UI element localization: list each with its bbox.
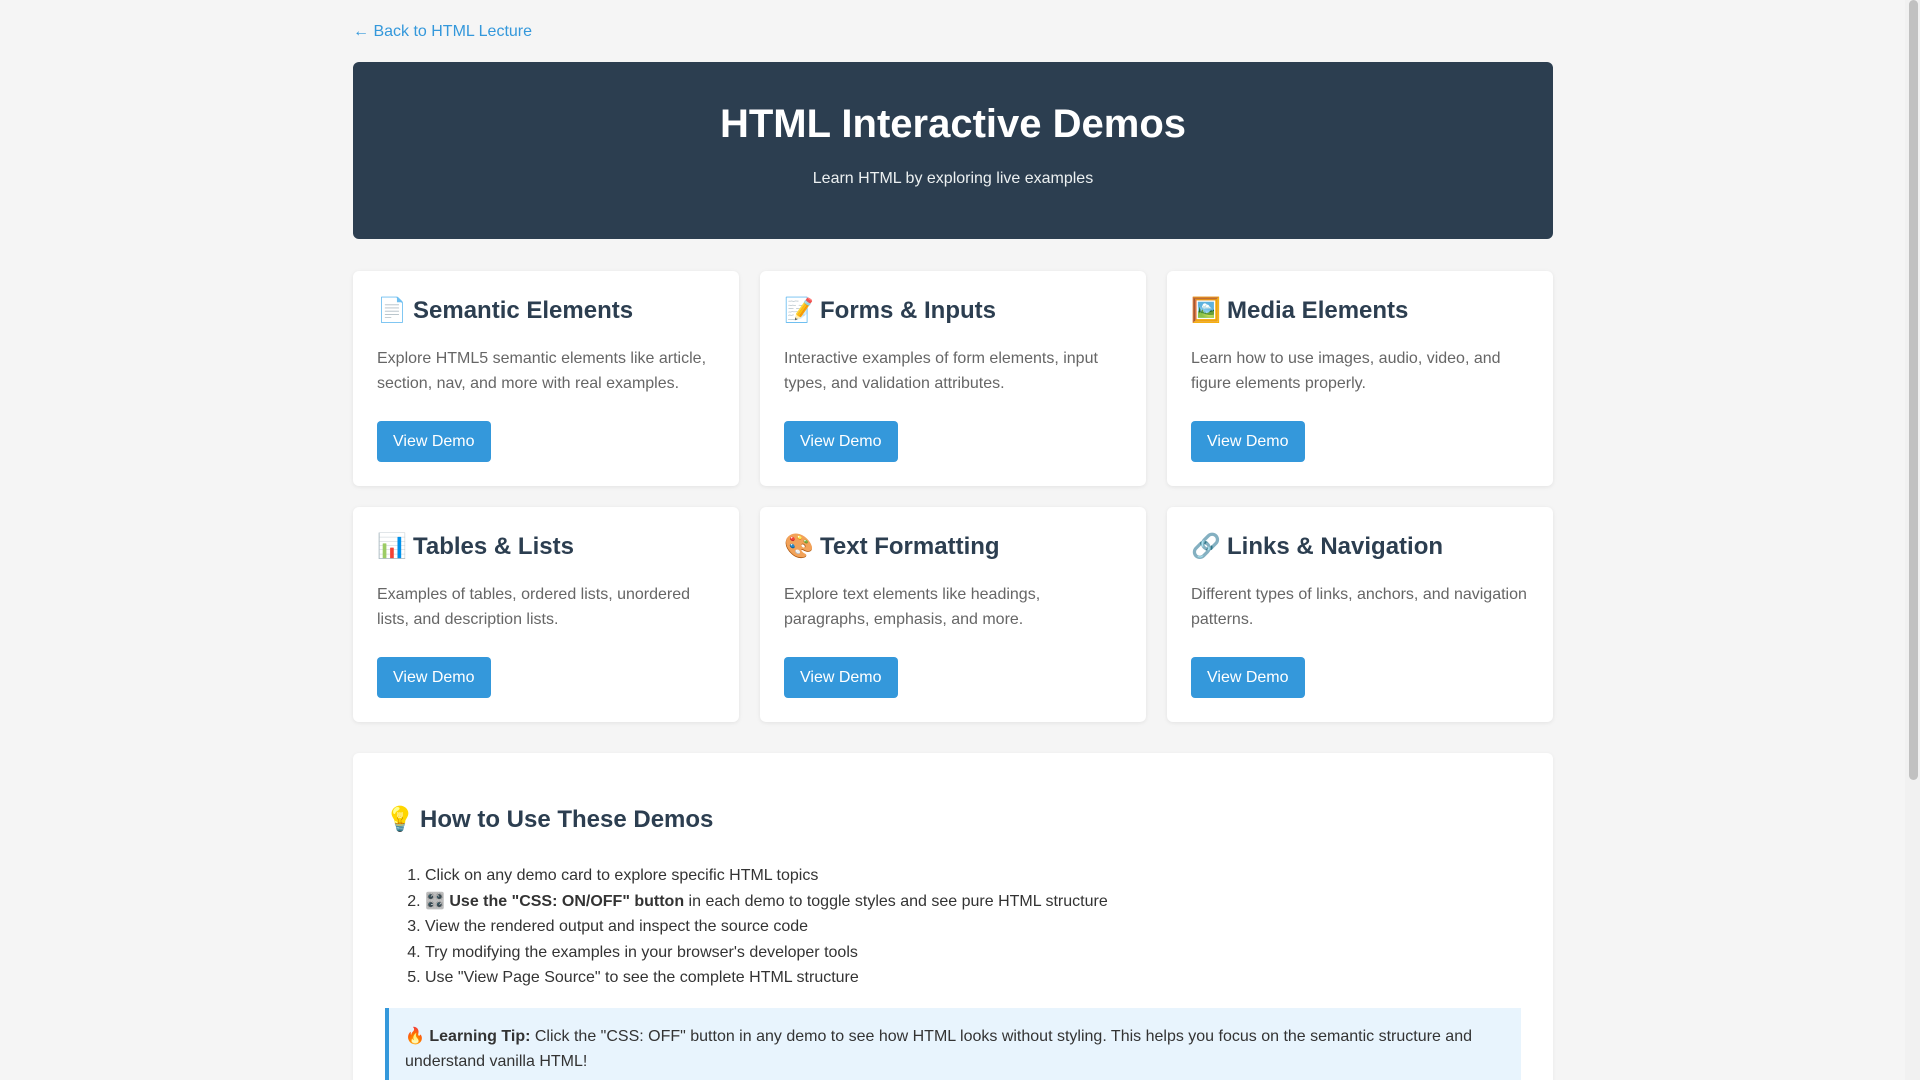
learning-tip-callout: 🔥 Learning Tip: Click the "CSS: OFF" but… bbox=[385, 1008, 1521, 1080]
demo-card-semantic-elements[interactable]: 📄 Semantic Elements Explore HTML5 semanti… bbox=[353, 271, 739, 486]
step-text: Click on any demo card to explore specif… bbox=[425, 867, 819, 884]
list-item: Use "View Page Source" to see the comple… bbox=[425, 965, 1108, 991]
scrollbar-thumb[interactable] bbox=[1909, 0, 1918, 780]
step-text: View the rendered output and inspect the… bbox=[425, 918, 809, 935]
step-text: in each demo to toggle styles and see pu… bbox=[684, 892, 1108, 910]
card-title-text: Links & Navigation bbox=[1227, 533, 1444, 560]
card-title: 📝 Forms & Inputs bbox=[784, 295, 1122, 327]
control-knobs-icon: 🎛️ bbox=[425, 892, 445, 910]
how-to-title-text: How to Use These Demos bbox=[420, 806, 714, 833]
picture-icon: 🖼️ bbox=[1191, 297, 1221, 324]
demo-card-links-navigation[interactable]: 🔗 Links & Navigation Different types of l… bbox=[1167, 507, 1553, 722]
demo-card-tables-lists[interactable]: 📊 Tables & Lists Examples of tables, orde… bbox=[353, 507, 739, 722]
list-item: 🎛️ Use the "CSS: ON/OFF" button in each … bbox=[425, 889, 1108, 915]
card-description: Explore HTML5 semantic elements like art… bbox=[377, 350, 707, 392]
card-title: 🎨 Text Formatting bbox=[784, 531, 1122, 563]
card-description: Examples of tables, ordered lists, unord… bbox=[377, 586, 691, 628]
page-subtitle: Learn HTML by exploring live examples bbox=[812, 170, 1094, 187]
light-bulb-icon: 💡 bbox=[385, 806, 415, 833]
fire-icon: 🔥 bbox=[405, 1028, 425, 1045]
list-item: Click on any demo card to explore specif… bbox=[425, 863, 1108, 889]
card-description: Explore text elements like headings, par… bbox=[784, 586, 1041, 628]
list-item: Try modifying the examples in your brows… bbox=[425, 940, 1108, 966]
demo-card-forms-inputs[interactable]: 📝 Forms & Inputs Interactive examples of … bbox=[760, 271, 1146, 486]
view-demo-button-links-navigation[interactable]: View Demo bbox=[1191, 657, 1305, 698]
demo-card-grid: 📄 Semantic Elements Explore HTML5 semanti… bbox=[353, 271, 1553, 722]
hero-banner: HTML Interactive Demos Learn HTML by exp… bbox=[353, 62, 1553, 239]
how-to-steps-list: Click on any demo card to explore specif… bbox=[385, 863, 1108, 991]
card-description: Learn how to use images, audio, video, a… bbox=[1191, 350, 1501, 392]
demo-card-text-formatting[interactable]: 🎨 Text Formatting Explore text elements l… bbox=[760, 507, 1146, 722]
memo-icon: 📝 bbox=[784, 297, 814, 324]
page-title: HTML Interactive Demos bbox=[719, 102, 1187, 146]
tip-label: Learning Tip: bbox=[429, 1028, 531, 1045]
card-title-text: Media Elements bbox=[1227, 297, 1409, 324]
tip-text: Click the "CSS: OFF" button in any demo … bbox=[405, 1028, 1472, 1070]
step-bold-text: Use the "CSS: ON/OFF" button bbox=[449, 892, 685, 910]
card-title-text: Forms & Inputs bbox=[820, 297, 997, 324]
document-icon: 📄 bbox=[377, 297, 407, 324]
back-to-lecture-link[interactable]: ← Back to HTML Lecture bbox=[353, 22, 532, 42]
card-title: 📄 Semantic Elements bbox=[377, 295, 715, 327]
palette-icon: 🎨 bbox=[784, 533, 814, 560]
bar-chart-icon: 📊 bbox=[377, 533, 407, 560]
view-demo-button-semantic-elements[interactable]: View Demo bbox=[377, 421, 491, 462]
vertical-scrollbar[interactable] bbox=[1905, 0, 1920, 1080]
page: ← Back to HTML Lecture HTML Interactive … bbox=[0, 0, 1920, 1080]
view-demo-button-forms-inputs[interactable]: View Demo bbox=[784, 421, 898, 462]
card-title-text: Text Formatting bbox=[820, 533, 1000, 560]
how-to-title: 💡 How to Use These Demos bbox=[385, 804, 713, 836]
how-to-use-section: 💡How to Use These Demos Click on any dem… bbox=[353, 753, 1553, 1080]
view-demo-button-text-formatting[interactable]: View Demo bbox=[784, 657, 898, 698]
card-description: Interactive examples of form elements, i… bbox=[784, 350, 1098, 392]
link-icon: 🔗 bbox=[1191, 533, 1221, 560]
demo-card-media-elements[interactable]: 🖼️ Media Elements Learn how to use images… bbox=[1167, 271, 1553, 486]
card-description: Different types of links, anchors, and n… bbox=[1191, 586, 1527, 628]
card-title-text: Tables & Lists bbox=[413, 533, 574, 560]
view-demo-button-media-elements[interactable]: View Demo bbox=[1191, 421, 1305, 462]
step-text: Try modifying the examples in your brows… bbox=[425, 943, 858, 961]
view-demo-button-tables-lists[interactable]: View Demo bbox=[377, 657, 491, 698]
card-title: 📊 Tables & Lists bbox=[377, 531, 715, 563]
card-title: 🖼️ Media Elements bbox=[1191, 295, 1529, 327]
list-item: View the rendered output and inspect the… bbox=[425, 914, 1108, 940]
step-text: Use "View Page Source" to see the comple… bbox=[425, 969, 859, 986]
card-title: 🔗 Links & Navigation bbox=[1191, 531, 1529, 563]
card-title-text: Semantic Elements bbox=[413, 297, 634, 324]
